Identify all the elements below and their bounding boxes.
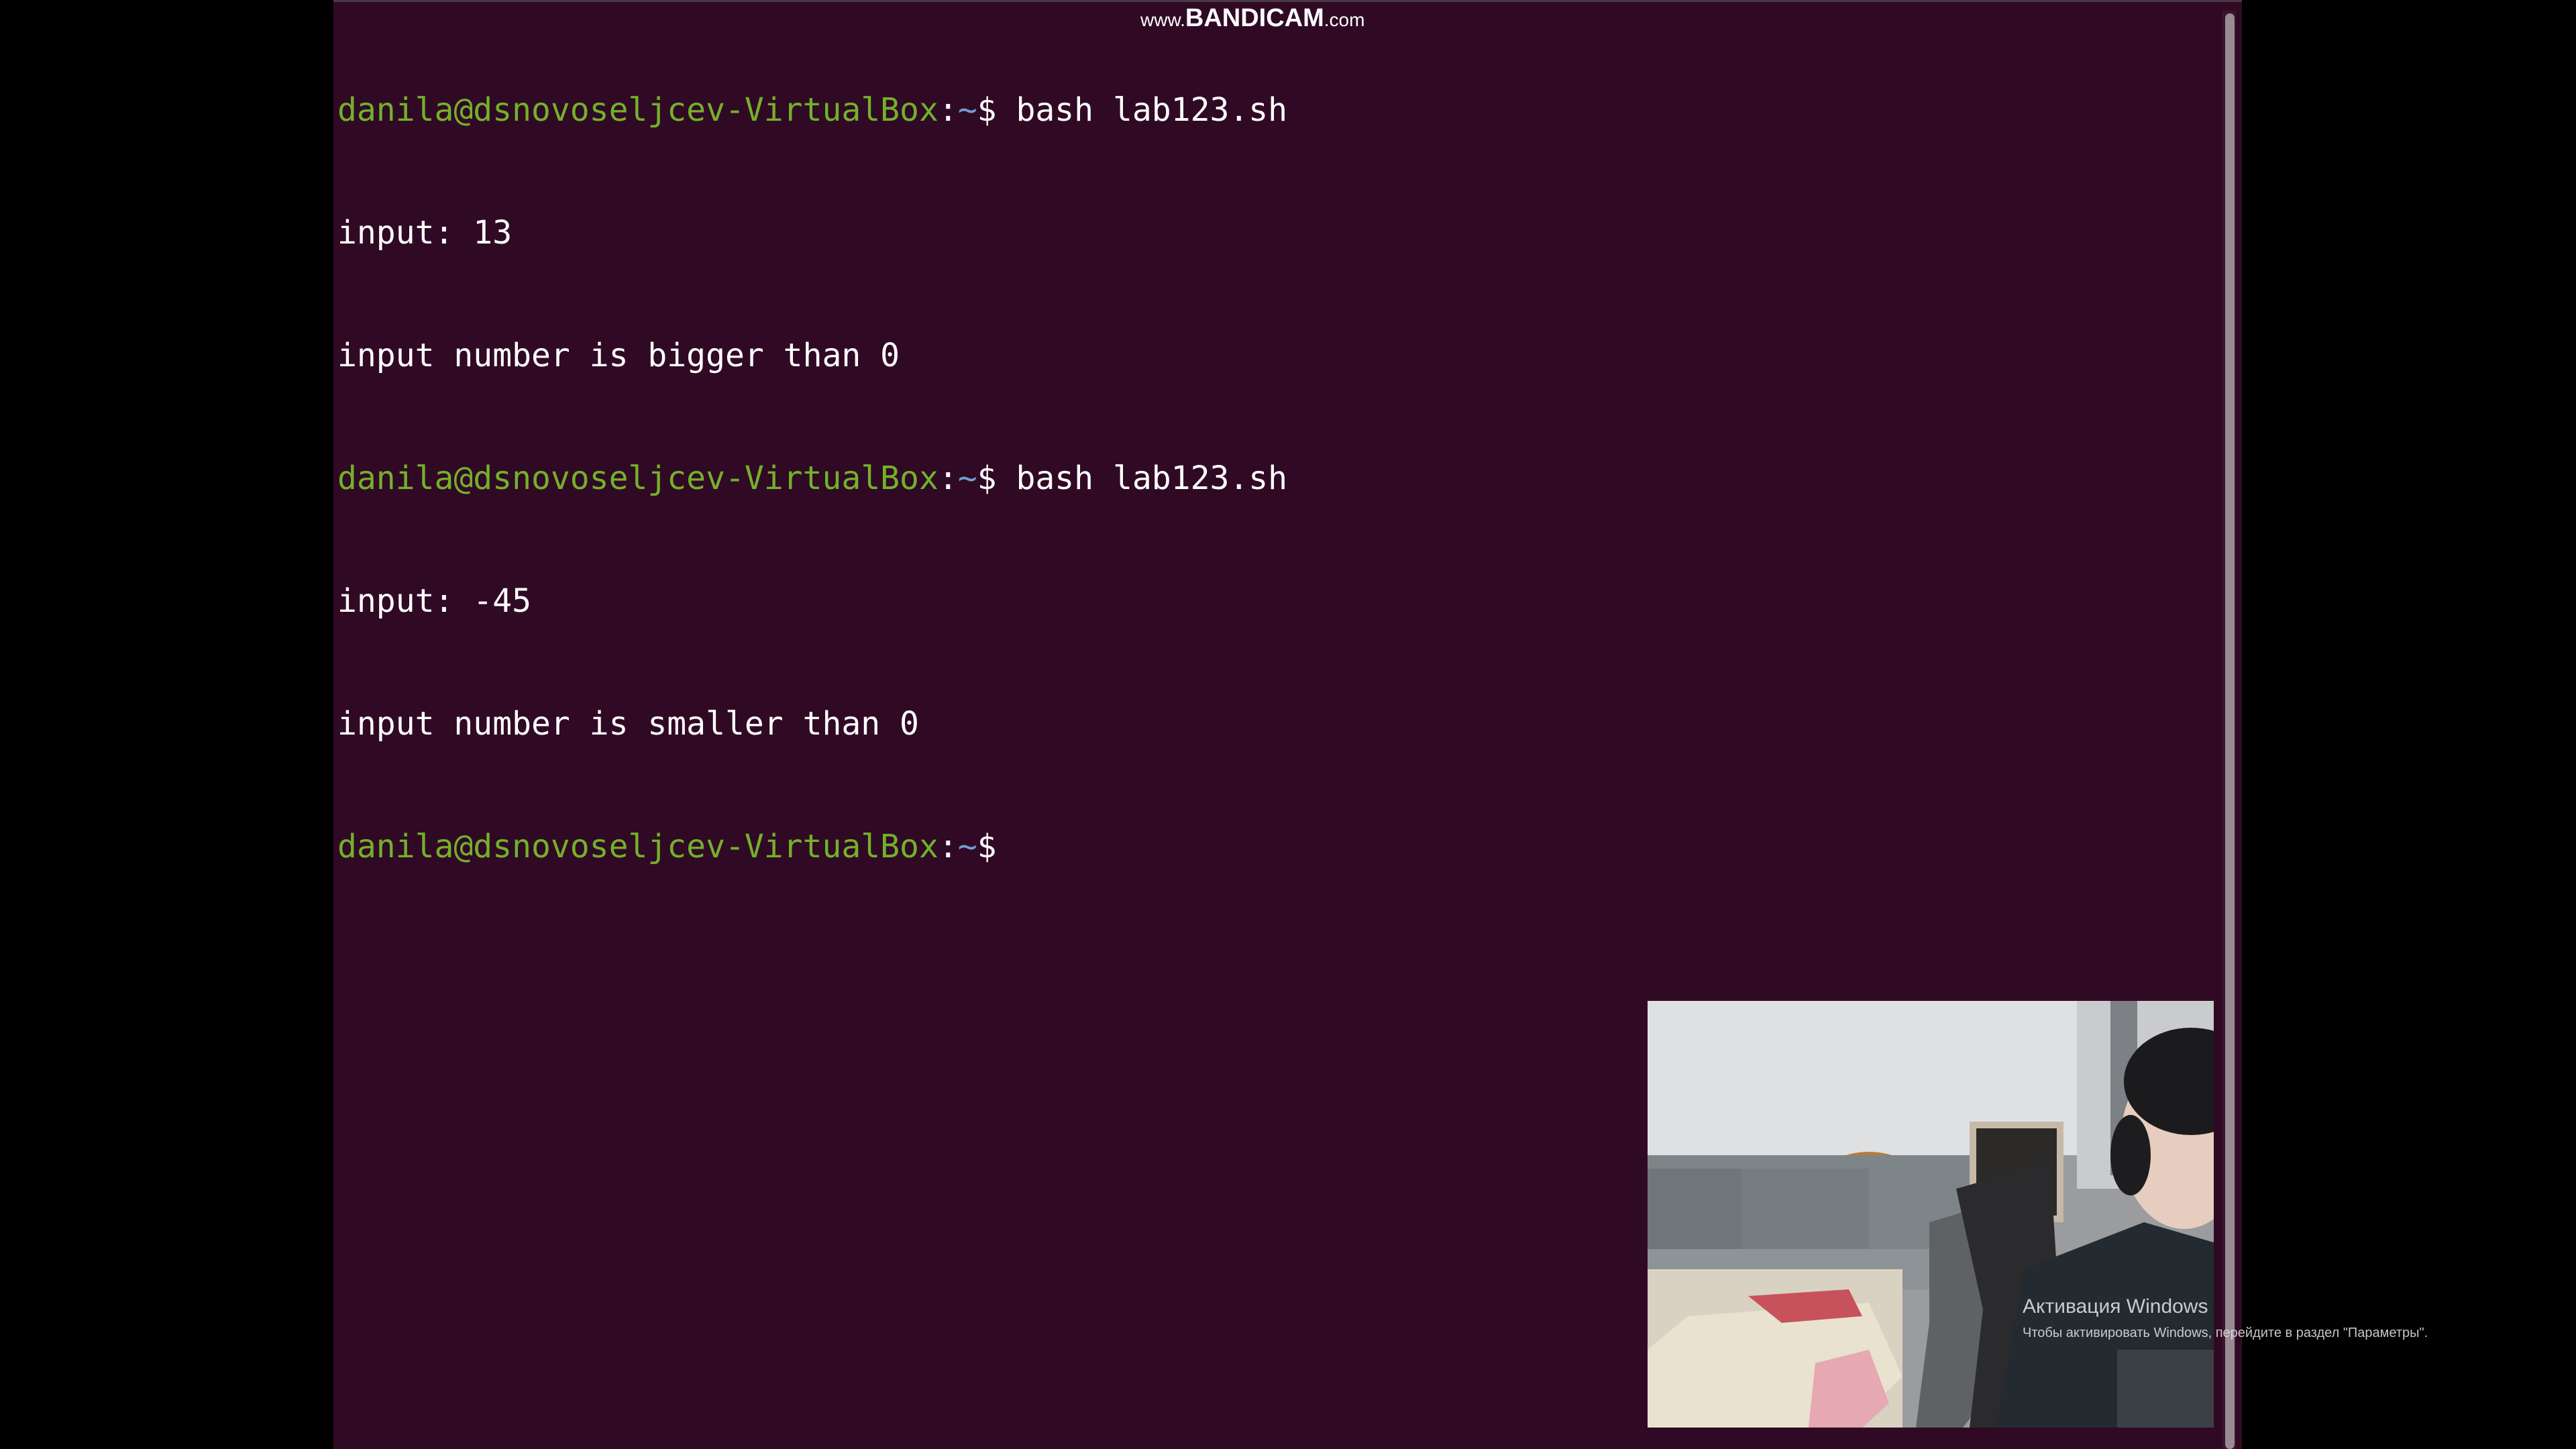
terminal-line-5: input: -45 xyxy=(337,581,1287,622)
terminal-line-6: input number is smaller than 0 xyxy=(337,704,1287,745)
command-text: bash lab123.sh xyxy=(996,460,1288,497)
watermark-brand: BANDICAM xyxy=(1185,4,1324,32)
terminal-line-2: input: 13 xyxy=(337,213,1287,254)
terminal-output[interactable]: danila@dsnovoseljcev-VirtualBox:~$ bash … xyxy=(337,8,1287,949)
webcam-image xyxy=(1648,1001,2214,1428)
prompt-dollar: $ xyxy=(977,828,997,865)
prompt-user-host: danila@dsnovoseljcev-VirtualBox xyxy=(337,460,938,497)
terminal-line-7: danila@dsnovoseljcev-VirtualBox:~$ xyxy=(337,826,1287,867)
output-text: input number is bigger than 0 xyxy=(337,337,900,374)
terminal-line-3: input number is bigger than 0 xyxy=(337,335,1287,376)
output-text: input: -45 xyxy=(337,582,531,620)
webcam-overlay xyxy=(1648,1001,2214,1428)
windows-activation-notice: Активация Windows Чтобы активировать Win… xyxy=(2023,1293,2428,1343)
prompt-dollar: $ xyxy=(977,91,997,129)
prompt-path: ~ xyxy=(957,91,977,129)
terminal-line-4: danila@dsnovoseljcev-VirtualBox:~$ bash … xyxy=(337,458,1287,499)
prompt-path: ~ xyxy=(957,828,977,865)
terminal-scrollbar-thumb[interactable] xyxy=(2225,13,2235,1449)
activation-title: Активация Windows xyxy=(2023,1295,2208,1318)
output-text: input: 13 xyxy=(337,214,513,252)
watermark-suffix: .com xyxy=(1324,9,1365,30)
prompt-dollar: $ xyxy=(977,460,997,497)
prompt-colon: : xyxy=(938,91,958,129)
prompt-path: ~ xyxy=(957,460,977,497)
screen: danila@dsnovoseljcev-VirtualBox:~$ bash … xyxy=(0,0,2576,1449)
bandicam-watermark: www.BANDICAM.com xyxy=(1140,4,1364,33)
prompt-colon: : xyxy=(938,460,958,497)
command-text: bash lab123.sh xyxy=(996,91,1288,129)
watermark-prefix: www. xyxy=(1140,9,1185,30)
activation-subtitle: Чтобы активировать Windows, перейдите в … xyxy=(2023,1326,2428,1340)
output-text: input number is smaller than 0 xyxy=(337,705,919,743)
prompt-user-host: danila@dsnovoseljcev-VirtualBox xyxy=(337,91,938,129)
prompt-colon: : xyxy=(938,828,958,865)
terminal-line-1: danila@dsnovoseljcev-VirtualBox:~$ bash … xyxy=(337,90,1287,131)
prompt-user-host: danila@dsnovoseljcev-VirtualBox xyxy=(337,828,938,865)
